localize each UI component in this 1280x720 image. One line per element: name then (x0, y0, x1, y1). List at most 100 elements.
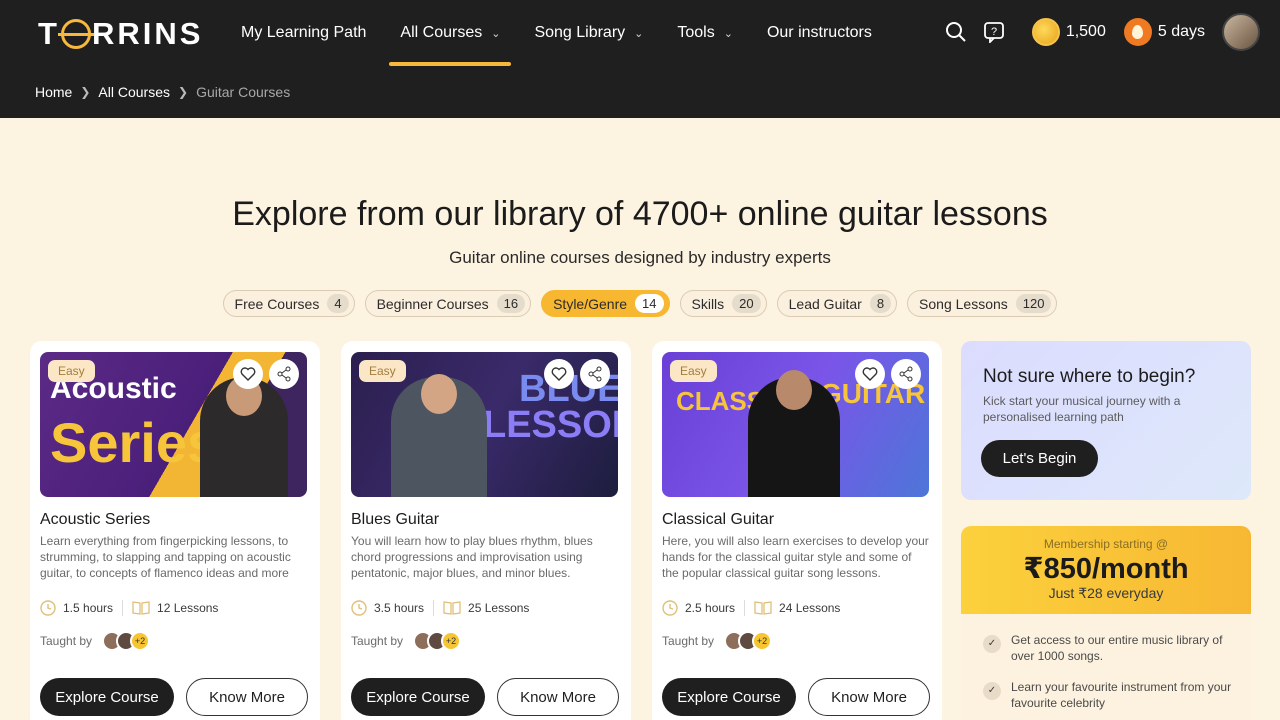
instructor-avatars: +2 (413, 631, 462, 651)
heart-icon[interactable] (544, 359, 574, 389)
course-title[interactable]: Classical Guitar (662, 511, 774, 529)
chevron-right-icon: ❯ (178, 85, 189, 99)
chip-count: 4 (327, 294, 349, 313)
nav-label: Our instructors (766, 24, 872, 41)
streak-days: 5 days (1157, 23, 1205, 40)
filter-lead-guitar[interactable]: Lead Guitar 8 (776, 290, 898, 317)
course-thumbnail[interactable]: BLUES LESSONS Easy (351, 352, 618, 497)
difficulty-badge: Easy (670, 360, 717, 382)
nav-tools[interactable]: Tools ⌄ (666, 0, 744, 66)
know-more-button[interactable]: Know More (808, 678, 930, 716)
course-description: You will learn how to play blues rhythm,… (351, 534, 593, 580)
top-header: T RRINS My Learning Path All Courses ⌄ Son… (0, 0, 1280, 118)
page-title: Explore from our library of 4700+ online… (232, 195, 1048, 233)
promo-text: Kick start your musical journey with a p… (983, 394, 1181, 424)
more-instructors: +2 (752, 631, 773, 651)
know-more-button[interactable]: Know More (497, 678, 619, 716)
share-icon[interactable] (580, 359, 610, 389)
explore-course-button[interactable]: Explore Course (351, 678, 485, 716)
chevron-down-icon: ⌄ (491, 27, 501, 40)
heart-icon[interactable] (233, 359, 263, 389)
chip-label: Style/Genre (553, 295, 628, 312)
header-actions: ? 1,500 5 days (944, 13, 1260, 51)
course-thumbnail[interactable]: CLASSICAL GUITAR Easy (662, 352, 929, 497)
course-meta: 1.5 hours 12 Lessons (40, 600, 218, 616)
membership-daily: Just ₹28 everyday (1048, 585, 1164, 601)
more-instructors: +2 (130, 631, 151, 651)
membership-label: Membership starting @ (1043, 537, 1169, 551)
learning-path-promo: Not sure where to begin? Kick start your… (961, 341, 1251, 500)
nav-song-library[interactable]: Song Library ⌄ (523, 0, 654, 66)
course-title[interactable]: Acoustic Series (40, 511, 150, 529)
nav-all-courses[interactable]: All Courses ⌄ (389, 0, 512, 66)
taught-by: Taught by +2 (351, 631, 462, 651)
course-meta: 3.5 hours 25 Lessons (351, 600, 529, 616)
book-icon (132, 601, 150, 615)
check-icon: ✓ (983, 682, 1001, 700)
chevron-right-icon: ❯ (80, 85, 91, 99)
main-nav: My Learning Path All Courses ⌄ Song Libra… (230, 0, 895, 66)
instructor-head (421, 374, 457, 414)
user-avatar[interactable] (1222, 13, 1260, 51)
course-lessons: 25 Lessons (468, 601, 530, 615)
clock-icon (40, 600, 56, 616)
membership-perk: ✓ Get access to our entire music library… (983, 632, 1233, 664)
breadcrumb-home[interactable]: Home (35, 84, 72, 100)
coin-icon (1031, 18, 1060, 46)
taught-by-label: Taught by (351, 634, 404, 648)
difficulty-badge: Easy (359, 360, 406, 382)
chevron-down-icon: ⌄ (634, 27, 644, 40)
taught-by-label: Taught by (662, 634, 715, 648)
explore-course-button[interactable]: Explore Course (40, 678, 174, 716)
chip-count: 8 (869, 294, 892, 313)
breadcrumb-current: Guitar Courses (196, 84, 291, 100)
course-card: Acoustic Series Easy Acoustic Series Lea… (30, 341, 320, 720)
course-card: BLUES LESSONS Easy Blues Guitar You will… (341, 341, 631, 720)
clock-icon (662, 600, 678, 616)
filter-beginner-courses[interactable]: Beginner Courses 16 (364, 290, 532, 317)
chip-count: 14 (635, 294, 664, 313)
course-description: Here, you will also learn exercises to d… (662, 534, 929, 580)
perk-text: Get access to our entire music library o… (1011, 633, 1223, 663)
nav-my-learning-path[interactable]: My Learning Path (230, 0, 377, 66)
chip-label: Beginner Courses (376, 295, 489, 312)
taught-by: Taught by +2 (662, 631, 773, 651)
nav-label: All Courses (400, 24, 483, 41)
taught-by-label: Taught by (40, 634, 93, 648)
filter-song-lessons[interactable]: Song Lessons 120 (907, 290, 1058, 317)
course-title[interactable]: Blues Guitar (351, 511, 439, 529)
divider (744, 600, 746, 616)
more-instructors: +2 (441, 631, 462, 651)
chip-label: Skills (691, 295, 725, 312)
nav-our-instructors[interactable]: Our instructors (756, 0, 883, 66)
taught-by: Taught by +2 (40, 631, 151, 651)
filter-style-genre[interactable]: Style/Genre 14 (541, 290, 670, 317)
chip-label: Song Lessons (919, 295, 1008, 312)
filter-free-courses[interactable]: Free Courses 4 (222, 290, 355, 317)
course-card: CLASSICAL GUITAR Easy Classical Guitar H… (652, 341, 942, 720)
course-meta: 2.5 hours 24 Lessons (662, 600, 840, 616)
chip-count: 120 (1015, 294, 1052, 313)
course-thumbnail[interactable]: Acoustic Series Easy (40, 352, 307, 497)
share-icon[interactable] (269, 359, 299, 389)
divider (122, 600, 124, 616)
torrins-logo[interactable]: T RRINS (38, 16, 203, 52)
share-icon[interactable] (891, 359, 921, 389)
promo-title: Not sure where to begin? (983, 366, 1196, 387)
check-icon: ✓ (983, 635, 1001, 653)
course-lessons: 24 Lessons (779, 601, 841, 615)
search-icon[interactable] (944, 20, 968, 44)
nav-label: Song Library (534, 24, 626, 41)
breadcrumb-all-courses[interactable]: All Courses (98, 84, 170, 100)
membership-perk: ✓ Learn your favourite instrument from y… (983, 679, 1233, 711)
clock-icon (351, 600, 367, 616)
lets-begin-button[interactable]: Let's Begin (981, 440, 1098, 477)
svg-text:?: ? (991, 26, 997, 38)
heart-icon[interactable] (855, 359, 885, 389)
chip-count: 20 (732, 294, 761, 313)
know-more-button[interactable]: Know More (186, 678, 308, 716)
filter-skills[interactable]: Skills 20 (679, 290, 767, 317)
explore-course-button[interactable]: Explore Course (662, 678, 796, 716)
help-icon[interactable]: ? (982, 20, 1006, 44)
instructor-avatars: +2 (724, 631, 773, 651)
